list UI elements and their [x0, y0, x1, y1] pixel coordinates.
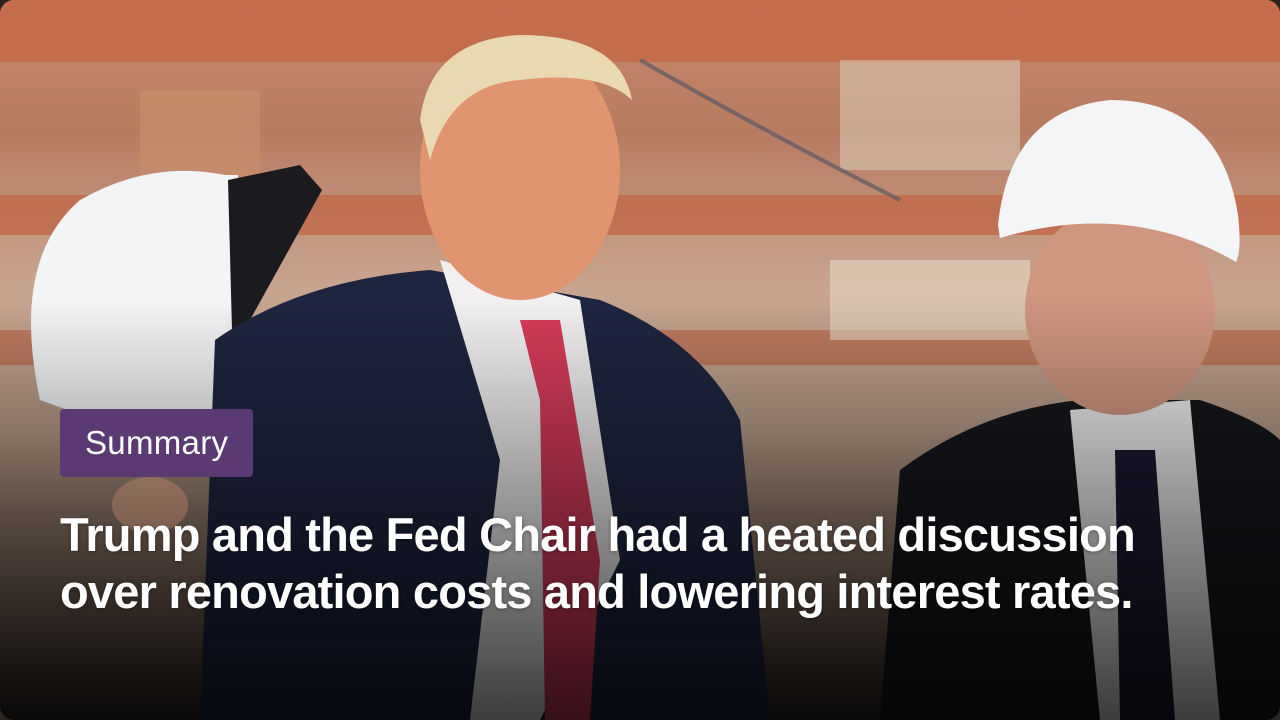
summary-badge-label: Summary — [85, 424, 229, 461]
headline: Trump and the Fed Chair had a heated dis… — [60, 508, 1136, 618]
summary-badge: Summary — [60, 409, 254, 477]
news-summary-card: Summary Trump and the Fed Chair had a he… — [0, 0, 1280, 720]
